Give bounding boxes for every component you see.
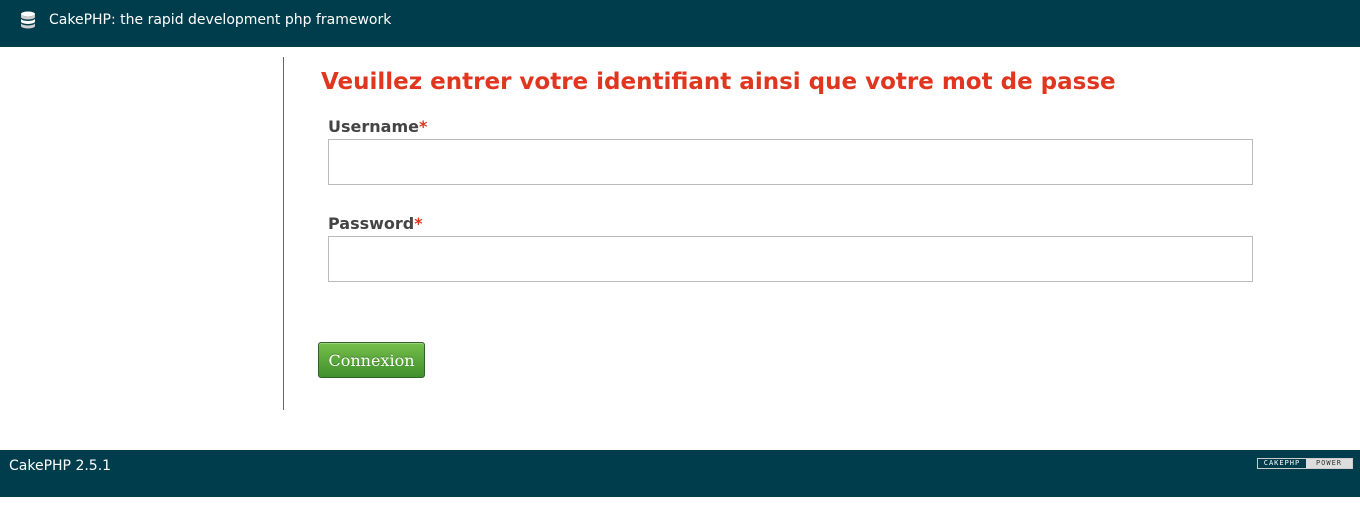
- password-input[interactable]: [328, 236, 1253, 282]
- badge-right-text: POWER: [1306, 459, 1352, 468]
- site-title[interactable]: CakePHP: the rapid development php frame…: [49, 11, 391, 29]
- username-label: Username*: [328, 117, 427, 137]
- username-label-text: Username: [328, 117, 419, 136]
- cakephp-power-badge[interactable]: CAKEPHP POWER: [1257, 458, 1353, 469]
- password-required-mark: *: [414, 214, 423, 233]
- password-label: Password*: [328, 214, 423, 234]
- top-header: CakePHP: the rapid development php frame…: [0, 0, 1360, 47]
- main-content: Veuillez entrer votre identifiant ainsi …: [0, 47, 1360, 450]
- cakephp-version: CakePHP 2.5.1: [9, 458, 112, 474]
- sidebar-divider: [283, 57, 284, 410]
- connexion-button[interactable]: Connexion: [318, 342, 425, 378]
- username-required-mark: *: [418, 117, 428, 136]
- cake-stack-icon: [21, 11, 35, 29]
- badge-left-text: CAKEPHP: [1258, 459, 1306, 468]
- footer: CakePHP 2.5.1 CAKEPHP POWER ... ...: [0, 450, 1360, 507]
- footer-cut-off-text: ... ...: [590, 491, 622, 507]
- username-input[interactable]: [328, 139, 1253, 185]
- login-heading: Veuillez entrer votre identifiant ainsi …: [321, 69, 1116, 95]
- password-label-text: Password: [328, 214, 415, 233]
